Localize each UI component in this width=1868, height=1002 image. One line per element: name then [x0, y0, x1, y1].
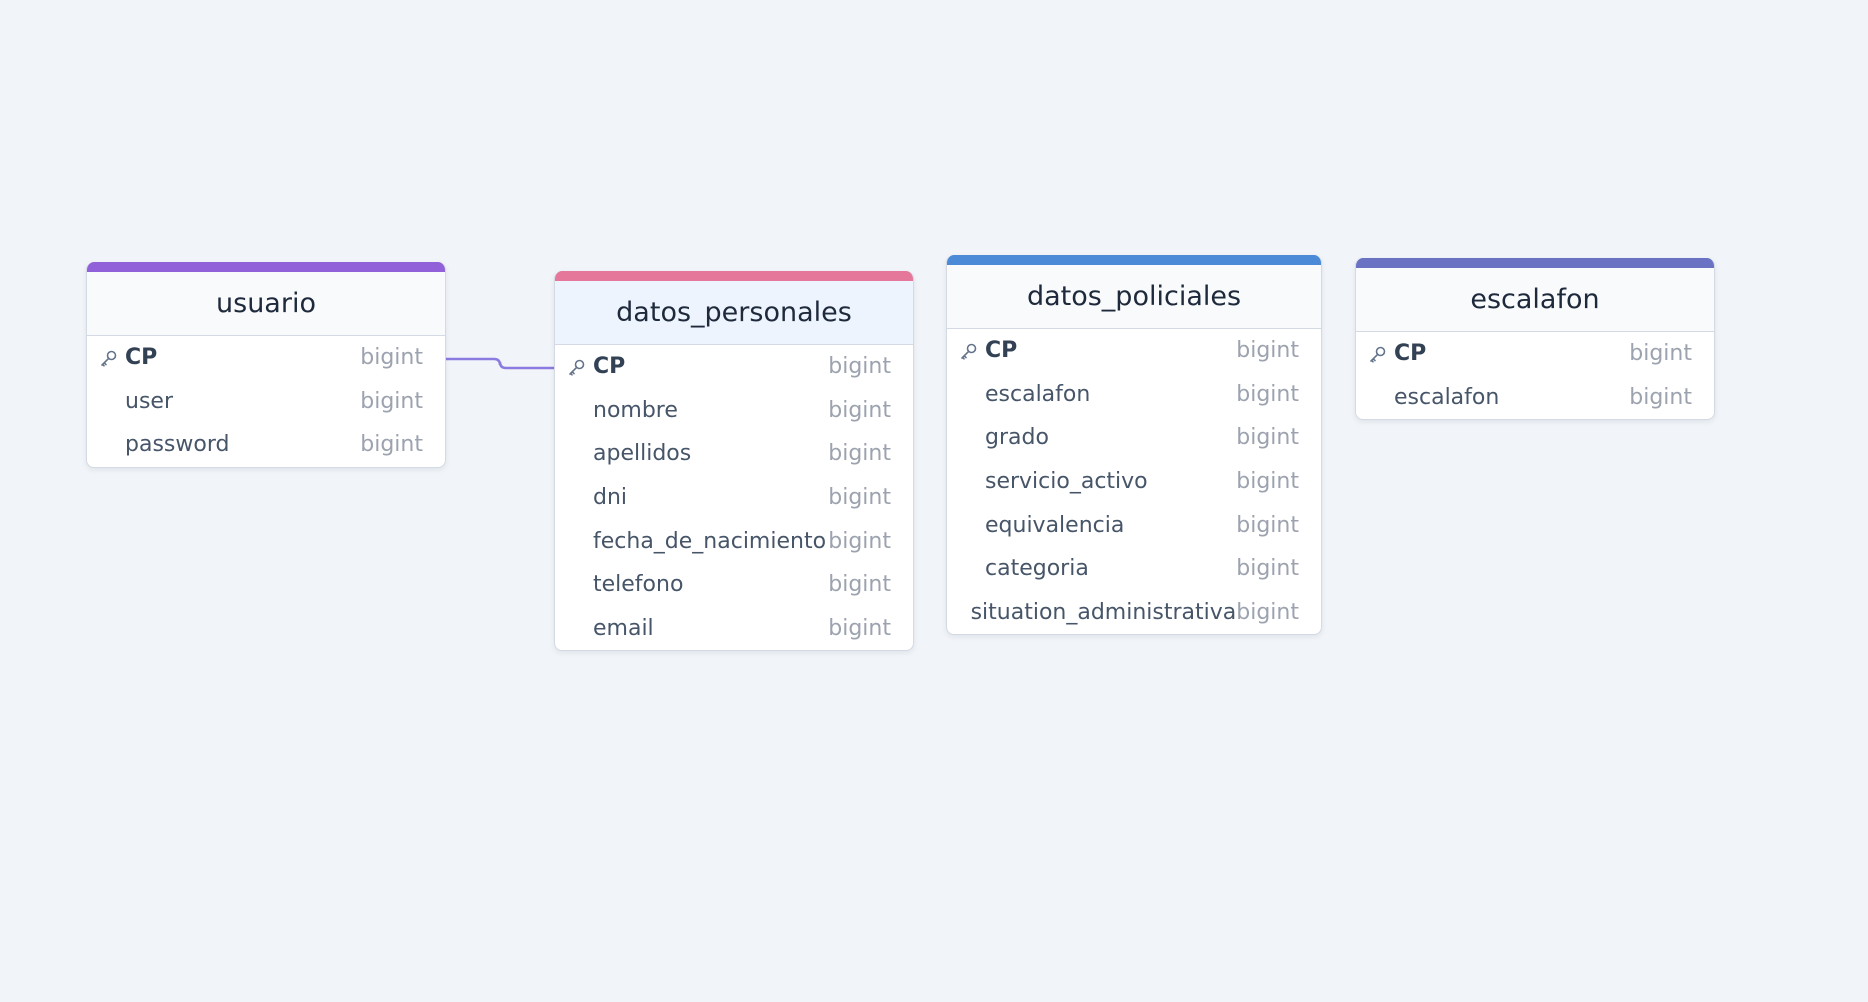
- field-type: bigint: [1236, 338, 1299, 364]
- table-color-bar: [555, 271, 913, 281]
- relations-layer: [444, 357, 554, 370]
- primary-key-icon: [959, 341, 985, 361]
- table-title[interactable]: datos_personales: [555, 281, 913, 345]
- field-servicio-activo[interactable]: servicio_activo bigint: [947, 460, 1321, 504]
- field-name: user: [125, 388, 173, 414]
- field-name: apellidos: [593, 441, 692, 467]
- field-type: bigint: [1236, 556, 1299, 582]
- field-name: situation_administrativa: [970, 599, 1237, 625]
- table-usuario[interactable]: usuario CP bigint user bigint password b…: [86, 262, 446, 468]
- field-name: dni: [593, 485, 628, 511]
- field-type: bigint: [360, 345, 423, 371]
- field-name: CP: [593, 354, 626, 380]
- field-name: email: [593, 615, 654, 641]
- field-type: bigint: [828, 528, 891, 554]
- field-cp[interactable]: CP bigint: [947, 329, 1321, 373]
- primary-key-icon: [567, 357, 593, 377]
- field-name: telefono: [593, 572, 684, 598]
- field-name: nombre: [593, 397, 678, 423]
- primary-key-icon: [99, 348, 125, 368]
- field-type: bigint: [1236, 425, 1299, 451]
- field-type: bigint: [1236, 599, 1299, 625]
- field-equivalencia[interactable]: equivalencia bigint: [947, 503, 1321, 547]
- field-grado[interactable]: grado bigint: [947, 416, 1321, 460]
- field-type: bigint: [828, 485, 891, 511]
- field-name: categoria: [985, 556, 1089, 582]
- field-escalafon[interactable]: escalafon bigint: [1356, 376, 1714, 420]
- field-type: bigint: [828, 572, 891, 598]
- field-apellidos[interactable]: apellidos bigint: [555, 432, 913, 476]
- field-nombre[interactable]: nombre bigint: [555, 389, 913, 433]
- table-color-bar: [87, 262, 445, 272]
- primary-key-icon: [1368, 344, 1394, 364]
- field-user[interactable]: user bigint: [87, 380, 445, 424]
- field-cp[interactable]: CP bigint: [555, 345, 913, 389]
- field-categoria[interactable]: categoria bigint: [947, 547, 1321, 591]
- field-type: bigint: [360, 432, 423, 458]
- relation-usuario-cp-to-datos-personales-cp[interactable]: [444, 357, 554, 370]
- diagram-canvas[interactable]: usuario CP bigint user bigint password b…: [0, 0, 1868, 1002]
- field-password[interactable]: password bigint: [87, 423, 445, 467]
- field-name: fecha_de_nacimiento: [593, 528, 827, 554]
- table-title[interactable]: usuario: [87, 272, 445, 336]
- field-type: bigint: [1629, 384, 1692, 410]
- field-cp[interactable]: CP bigint: [1356, 332, 1714, 376]
- table-datos-policiales[interactable]: datos_policiales CP bigint escalafon big…: [946, 255, 1322, 636]
- field-name: servicio_activo: [985, 469, 1148, 495]
- field-email[interactable]: email bigint: [555, 607, 913, 651]
- field-cp[interactable]: CP bigint: [87, 336, 445, 380]
- field-type: bigint: [1236, 469, 1299, 495]
- table-color-bar: [947, 255, 1321, 265]
- field-name: CP: [1394, 341, 1427, 367]
- field-fecha-de-nacimiento[interactable]: fecha_de_nacimiento bigint: [555, 519, 913, 563]
- field-name: grado: [985, 425, 1049, 451]
- field-dni[interactable]: dni bigint: [555, 476, 913, 520]
- field-name: equivalencia: [985, 512, 1125, 538]
- field-type: bigint: [828, 615, 891, 641]
- field-type: bigint: [828, 441, 891, 467]
- field-type: bigint: [828, 397, 891, 423]
- field-name: CP: [125, 345, 158, 371]
- field-name: password: [125, 432, 230, 458]
- field-type: bigint: [360, 388, 423, 414]
- field-type: bigint: [1236, 381, 1299, 407]
- field-type: bigint: [1629, 341, 1692, 367]
- field-telefono[interactable]: telefono bigint: [555, 563, 913, 607]
- field-name: escalafon: [1394, 384, 1500, 410]
- field-situation-administrativa[interactable]: situation_administrativa bigint: [947, 591, 1321, 635]
- table-escalafon[interactable]: escalafon CP bigint escalafon bigint: [1355, 258, 1715, 421]
- field-name: escalafon: [985, 381, 1091, 407]
- field-name: CP: [985, 338, 1018, 364]
- field-type: bigint: [1236, 512, 1299, 538]
- table-title[interactable]: escalafon: [1356, 268, 1714, 332]
- table-title[interactable]: datos_policiales: [947, 265, 1321, 329]
- table-datos-personales[interactable]: datos_personales CP bigint nombre bigint…: [554, 271, 914, 652]
- table-color-bar: [1356, 258, 1714, 268]
- field-escalafon[interactable]: escalafon bigint: [947, 373, 1321, 417]
- field-type: bigint: [828, 354, 891, 380]
